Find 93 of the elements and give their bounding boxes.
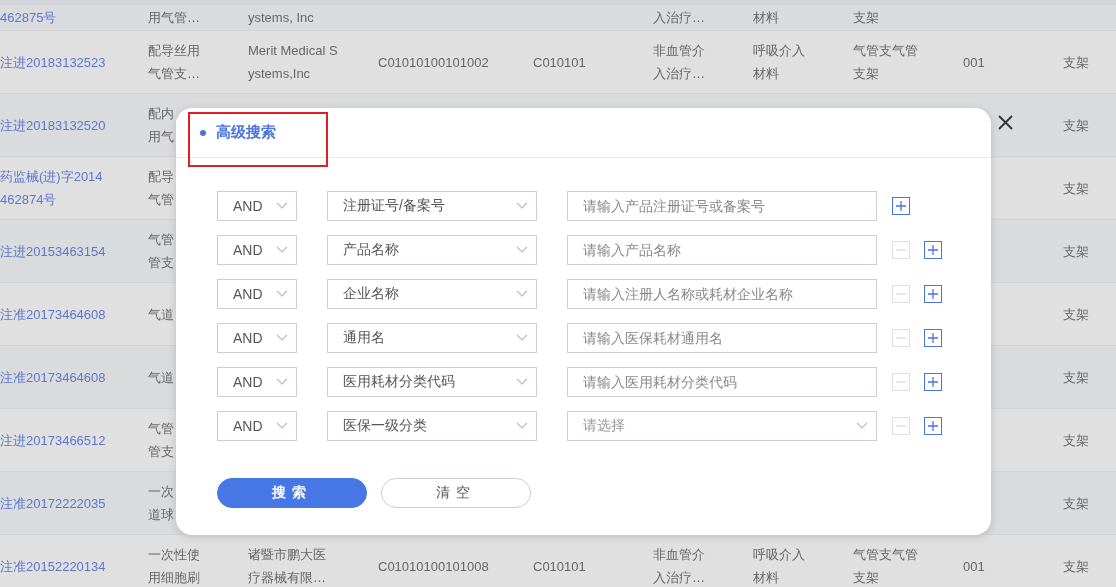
- caret-icon: [516, 334, 528, 342]
- operator-select[interactable]: AND: [217, 191, 297, 221]
- caret-icon: [516, 422, 528, 430]
- table-text: 非血管介: [653, 546, 705, 564]
- table-text: ystems, Inc: [248, 9, 314, 27]
- field-select[interactable]: 医用耗材分类代码: [327, 367, 537, 397]
- table-text: 一次性使: [148, 546, 200, 564]
- table-text: 配导: [148, 168, 174, 186]
- caret-icon: [276, 202, 288, 210]
- bullet-icon: [200, 129, 206, 136]
- search-button[interactable]: 搜索: [217, 478, 367, 508]
- operator-select[interactable]: AND: [217, 411, 297, 441]
- operator-select[interactable]: AND: [217, 279, 297, 309]
- table-text: 诸暨市鹏大医: [248, 546, 326, 564]
- caret-icon: [276, 246, 288, 254]
- table-text: ystems,Inc: [248, 65, 311, 83]
- table-text: 入治疗…: [653, 569, 705, 587]
- table-text: 气管支…: [148, 65, 200, 83]
- table-text: 气道: [148, 305, 174, 324]
- caret-icon: [276, 290, 288, 298]
- table-text: 支架: [1063, 557, 1089, 576]
- operator-select[interactable]: AND: [217, 323, 297, 353]
- table-text: 001: [963, 53, 985, 72]
- caret-icon: [516, 290, 528, 298]
- add-icon[interactable]: [924, 329, 942, 347]
- table-text: 支架: [853, 65, 879, 83]
- add-icon[interactable]: [892, 197, 910, 215]
- table-text: 气管: [148, 420, 174, 438]
- table-text: 气道: [148, 368, 174, 387]
- table-text: 配内: [148, 105, 174, 123]
- field-select[interactable]: 医保一级分类: [327, 411, 537, 441]
- caret-icon: [516, 378, 528, 386]
- table-text: C01010100101008: [378, 557, 489, 576]
- table-text: 气管: [148, 191, 174, 209]
- table-text: 气管支气管: [853, 42, 918, 60]
- clear-button[interactable]: 清空: [381, 478, 531, 508]
- table-text: 疗器械有限…: [248, 569, 326, 587]
- table-text: 管支: [148, 254, 174, 272]
- caret-icon: [516, 202, 528, 210]
- table-text: 支架: [1063, 368, 1089, 387]
- add-icon[interactable]: [924, 417, 942, 435]
- table-text: 入治疗…: [653, 9, 705, 27]
- field-select[interactable]: 产品名称: [327, 235, 537, 265]
- caret-icon: [516, 246, 528, 254]
- table-text: 材料: [753, 569, 779, 587]
- caret-icon: [856, 422, 868, 430]
- value-input[interactable]: 请输入注册人名称或耗材企业名称: [567, 279, 877, 309]
- caret-icon: [276, 334, 288, 342]
- table-text: 用细胞刷: [148, 569, 200, 587]
- field-select[interactable]: 企业名称: [327, 279, 537, 309]
- table-text: 配导丝用: [148, 42, 200, 60]
- table-text: 支架: [853, 569, 879, 587]
- table-text: 支架: [1063, 53, 1089, 72]
- field-select[interactable]: 注册证号/备案号: [327, 191, 537, 221]
- table-text: 气管: [148, 231, 174, 249]
- table-text: 呼吸介入: [753, 546, 805, 564]
- table-text: 支架: [1063, 431, 1089, 450]
- table-text: 非血管介: [653, 42, 705, 60]
- table-text: 入治疗…: [653, 65, 705, 83]
- operator-select[interactable]: AND: [217, 235, 297, 265]
- add-icon[interactable]: [924, 373, 942, 391]
- table-text: 支架: [1063, 494, 1089, 513]
- table-text: 道球: [148, 506, 174, 524]
- table-text: Merit Medical S: [248, 42, 338, 60]
- close-icon[interactable]: [998, 115, 1013, 130]
- add-icon[interactable]: [924, 241, 942, 259]
- value-input[interactable]: 请输入产品名称: [567, 235, 877, 265]
- value-input[interactable]: 请输入产品注册证号或备案号: [567, 191, 877, 221]
- table-text: 呼吸介入: [753, 42, 805, 60]
- caret-icon: [276, 422, 288, 430]
- table-text: 支架: [1063, 116, 1089, 135]
- table-text: C010101: [533, 557, 586, 576]
- table-text: 用气: [148, 128, 174, 146]
- table-text: 支架: [1063, 179, 1089, 198]
- table-text: C01010100101002: [378, 53, 489, 72]
- table-text: 材料: [753, 9, 779, 27]
- field-select[interactable]: 通用名: [327, 323, 537, 353]
- operator-select[interactable]: AND: [217, 367, 297, 397]
- caret-icon: [276, 378, 288, 386]
- table-text: 支架: [1063, 242, 1089, 261]
- table-text: 材料: [753, 65, 779, 83]
- table-text: 支架: [853, 9, 879, 27]
- table-text: 用气管…: [148, 9, 200, 27]
- add-icon[interactable]: [924, 285, 942, 303]
- value-input[interactable]: 请输入医用耗材分类代码: [567, 367, 877, 397]
- table-text: 一次: [148, 483, 174, 501]
- table-text: 001: [963, 557, 985, 576]
- table-text: 支架: [1063, 305, 1089, 324]
- table-text: 气管支气管: [853, 546, 918, 564]
- value-input[interactable]: 请输入医保耗材通用名: [567, 323, 877, 353]
- table-text: C010101: [533, 53, 586, 72]
- dialog-title: 高级搜索: [216, 123, 276, 142]
- table-text: 管支: [148, 443, 174, 461]
